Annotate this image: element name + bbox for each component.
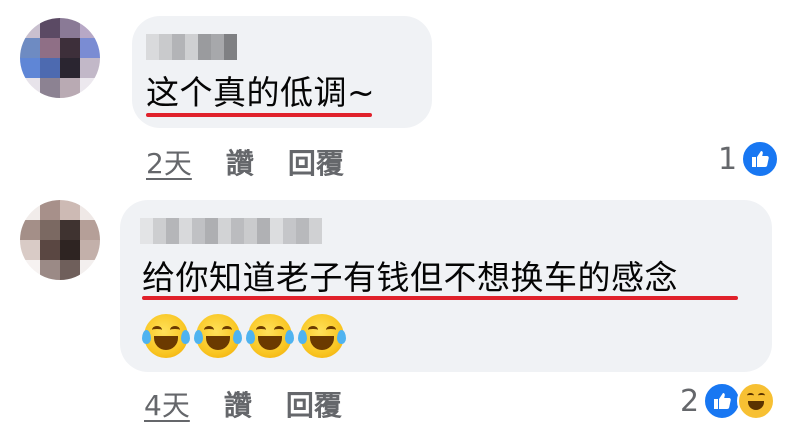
reaction-summary[interactable]: 1 bbox=[718, 140, 780, 178]
avatar[interactable] bbox=[20, 18, 100, 98]
comment-actions: 2天 讚 回覆 bbox=[146, 142, 344, 182]
comment-text: 这个真的低调~ bbox=[146, 73, 376, 112]
like-icon bbox=[741, 140, 780, 178]
comment-actions: 4天 讚 回覆 bbox=[144, 384, 342, 424]
author-name[interactable] bbox=[146, 34, 237, 60]
reaction-count: 2 bbox=[680, 383, 700, 419]
author-name[interactable] bbox=[140, 218, 322, 244]
like-button[interactable]: 讚 bbox=[226, 142, 254, 182]
face-with-tears-of-joy-icon bbox=[246, 314, 294, 358]
comment-text: 给你知道老子有钱但不想换车的感念 bbox=[142, 258, 678, 297]
comment-underline bbox=[142, 296, 738, 300]
like-button[interactable]: 讚 bbox=[224, 384, 252, 424]
reaction-summary[interactable]: 2 bbox=[680, 382, 776, 420]
reaction-count: 1 bbox=[718, 141, 738, 177]
reply-button[interactable]: 回覆 bbox=[286, 384, 342, 424]
comment-timestamp[interactable]: 2天 bbox=[146, 142, 192, 182]
face-with-tears-of-joy-icon bbox=[298, 314, 346, 358]
comment-timestamp[interactable]: 4天 bbox=[144, 384, 190, 424]
emoji-row bbox=[142, 314, 346, 358]
like-icon bbox=[703, 382, 742, 420]
face-with-tears-of-joy-icon bbox=[142, 314, 190, 358]
comment-underline bbox=[146, 113, 372, 117]
reply-button[interactable]: 回覆 bbox=[288, 142, 344, 182]
avatar[interactable] bbox=[20, 200, 100, 280]
face-with-tears-of-joy-icon bbox=[194, 314, 242, 358]
haha-icon bbox=[737, 382, 776, 420]
